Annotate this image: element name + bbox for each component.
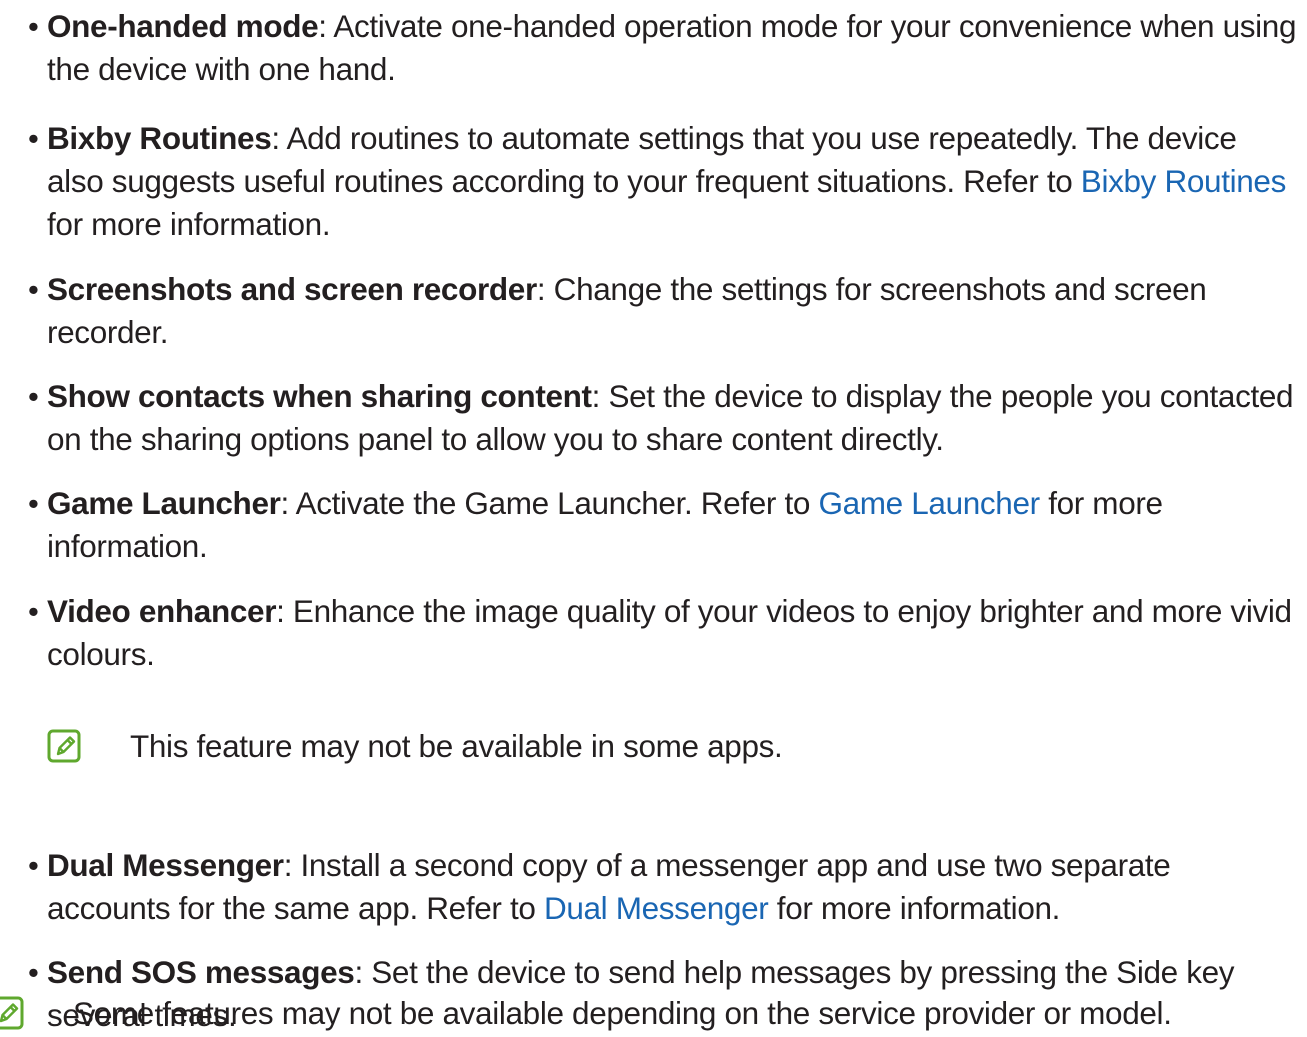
game-launcher-link[interactable]: Game Launcher <box>818 485 1040 521</box>
bullet: • <box>28 379 39 414</box>
dual-messenger-link[interactable]: Dual Messenger <box>544 890 769 926</box>
bullet: • <box>28 955 39 990</box>
item-text: Video enhancer: Enhance the image qualit… <box>47 590 1301 676</box>
bixby-routines-link[interactable]: Bixby Routines <box>1081 163 1287 199</box>
note-text: Some features may not be available depen… <box>73 995 1172 1031</box>
item-title: Video enhancer <box>47 593 277 629</box>
item-title: One-handed mode <box>47 8 319 44</box>
item-title: Bixby Routines <box>47 120 272 156</box>
item-description-end: for more information. <box>768 890 1061 926</box>
item-text: Show contacts when sharing content: Set … <box>47 375 1301 461</box>
item-text: Dual Messenger: Install a second copy of… <box>47 844 1301 930</box>
item-title: Screenshots and screen recorder <box>47 271 537 307</box>
note-text: This feature may not be available in som… <box>130 728 783 764</box>
bullet: • <box>28 9 39 44</box>
bullet: • <box>28 486 39 521</box>
item-title: Dual Messenger <box>47 847 284 883</box>
item-text: Bixby Routines: Add routines to automate… <box>47 117 1301 246</box>
item-title: Game Launcher <box>47 485 281 521</box>
item-text: Screenshots and screen recorder: Change … <box>47 268 1301 354</box>
item-title: Send SOS messages <box>47 954 355 990</box>
note-pencil-icon <box>47 729 81 763</box>
note-pencil-icon <box>0 996 24 1030</box>
item-description: : Activate the Game Launcher. Refer to <box>280 485 819 521</box>
item-title: Show contacts when sharing content <box>47 378 592 414</box>
bullet: • <box>28 594 39 629</box>
document-page: • One-handed mode: Activate one-handed o… <box>0 0 1307 1033</box>
bullet: • <box>28 272 39 307</box>
bullet: • <box>28 121 39 156</box>
item-text: Game Launcher: Activate the Game Launche… <box>47 482 1301 568</box>
item-description-end: for more information. <box>47 206 331 242</box>
bullet: • <box>28 848 39 883</box>
item-text: One-handed mode: Activate one-handed ope… <box>47 5 1301 91</box>
